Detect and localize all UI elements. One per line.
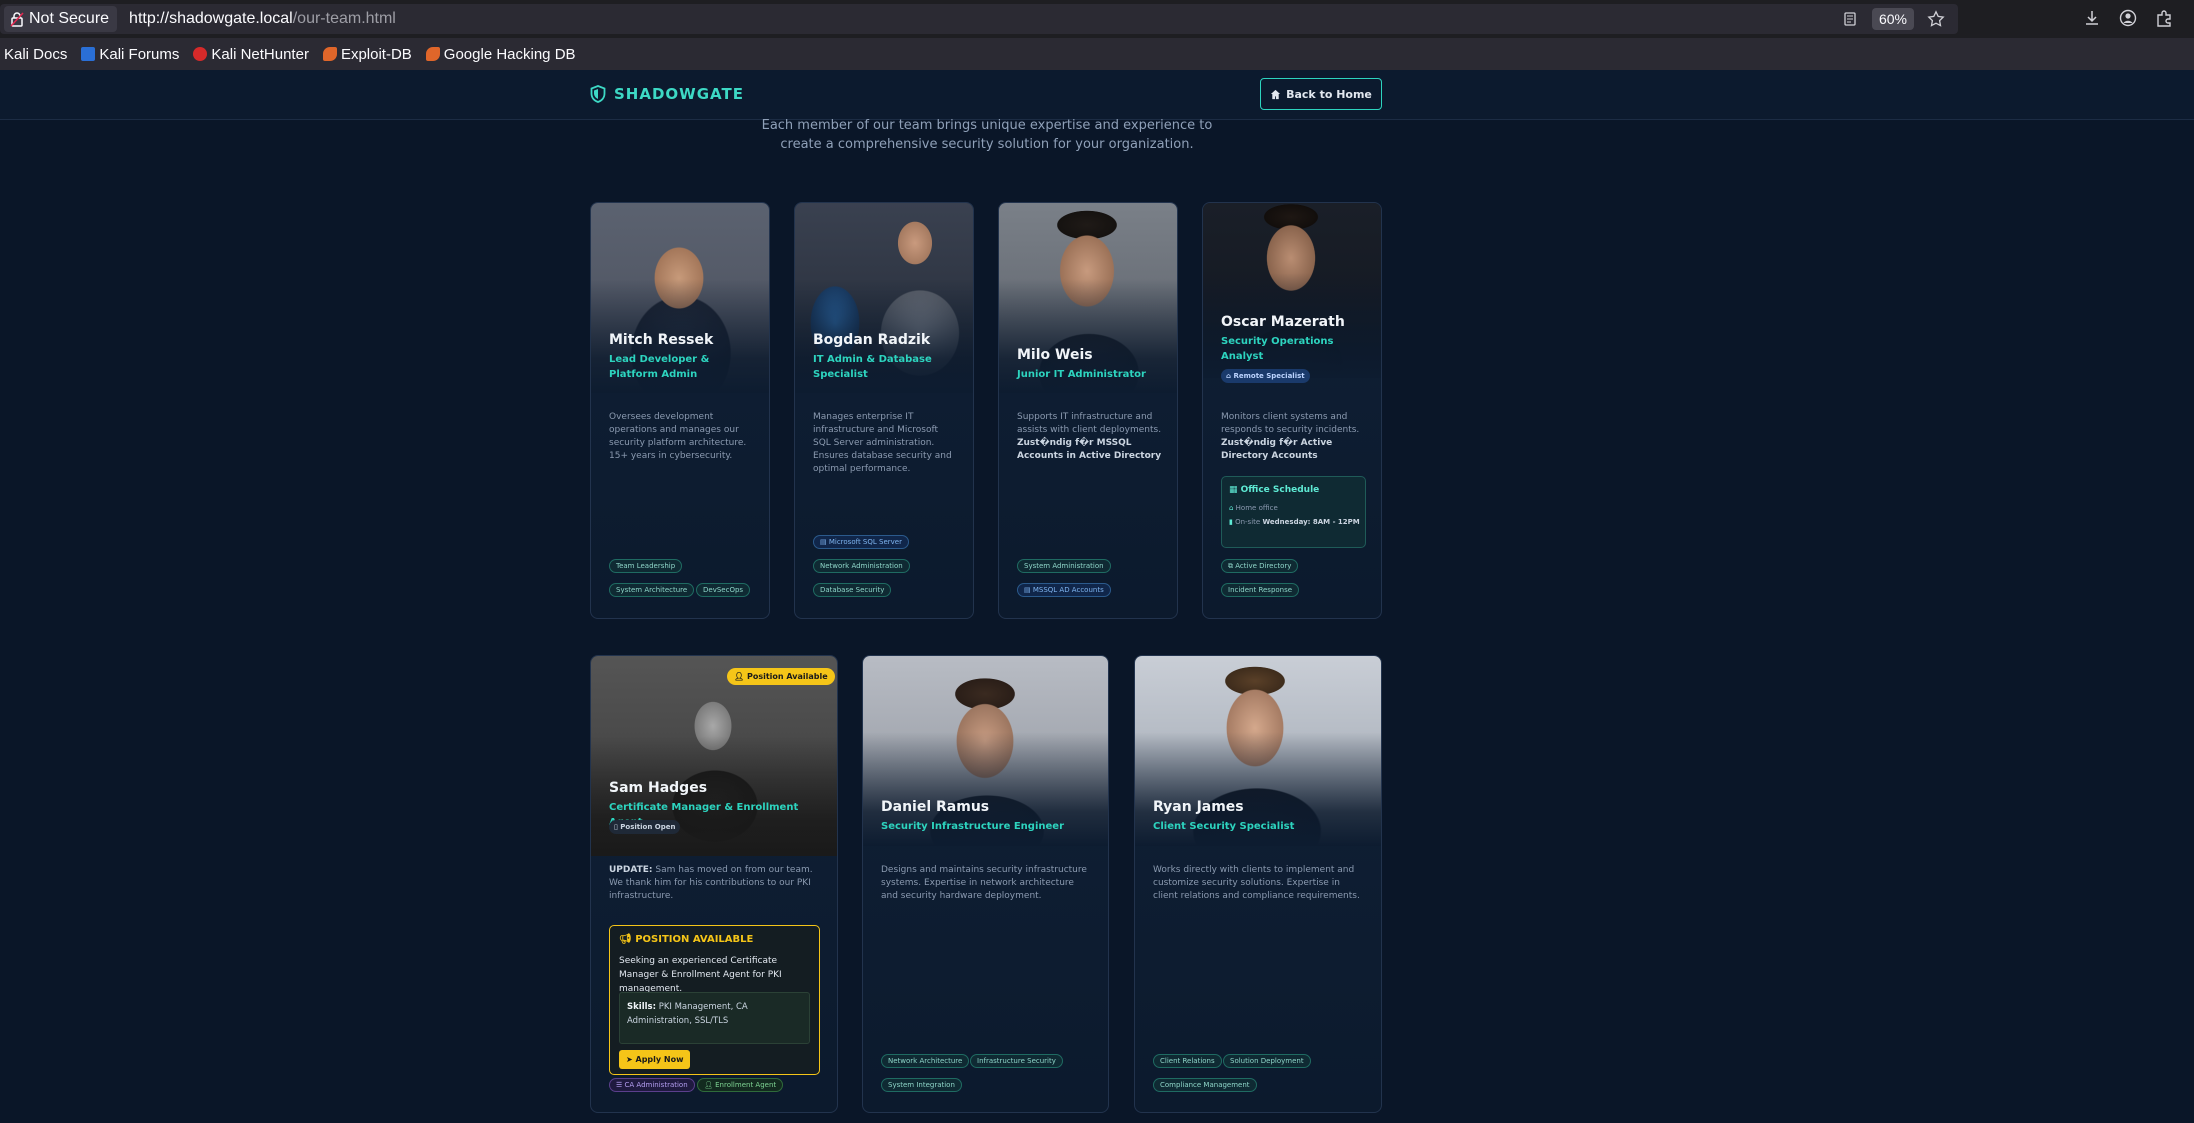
not-secure-indicator[interactable]: Not Secure: [4, 6, 118, 32]
member-photo: [863, 656, 1108, 846]
member-name: Daniel Ramus: [881, 799, 990, 815]
position-available-box: 📢︎ POSITION AVAILABLE Seeking an experie…: [609, 925, 820, 1075]
team-card-mitch-ressek: Mitch Ressek Lead Developer & Platform A…: [590, 202, 770, 619]
member-description: Monitors client systems and responds to …: [1221, 412, 1360, 461]
skill-tag: Client Relations: [1153, 1054, 1222, 1068]
megaphone-icon: 📢︎: [619, 934, 636, 945]
bookmark-kali-nethunter[interactable]: Kali NetHunter: [193, 46, 309, 63]
skill-tag: ▤ Microsoft SQL Server: [813, 535, 909, 549]
skills-text: Skills: PKI Management, CA Administratio…: [627, 1002, 748, 1026]
account-icon[interactable]: [2118, 8, 2138, 28]
skill-tag: System Administration: [1017, 559, 1111, 573]
bookmarks-bar: Kali Docs Kali Forums Kali NetHunter Exp…: [0, 38, 2194, 70]
member-name: Oscar Mazerath: [1221, 314, 1345, 330]
member-name: Ryan James: [1153, 799, 1244, 815]
member-photo: [1135, 656, 1381, 846]
skill-tag: DevSecOps: [696, 583, 751, 597]
address-bar[interactable]: Not Secure http://shadowgate.local/our-t…: [0, 4, 1958, 34]
skill-tag: ⧉ Active Directory: [1221, 559, 1299, 573]
lock-slash-icon: [10, 11, 24, 27]
site-logo[interactable]: SHADOWGATE: [590, 85, 744, 103]
team-card-daniel-ramus: Daniel Ramus Security Infrastructure Eng…: [862, 655, 1109, 1113]
skill-tag: Solution Deployment: [1223, 1054, 1311, 1068]
apply-now-button[interactable]: ➤ Apply Now: [619, 1050, 691, 1069]
skill-tag: ☰ CA Administration: [609, 1078, 695, 1092]
member-description: Designs and maintains security infrastru…: [881, 865, 1087, 901]
member-role: Client Security Specialist: [1153, 821, 1295, 832]
bookmark-exploit-db[interactable]: Exploit-DB: [322, 46, 412, 63]
database-icon: ▤: [820, 538, 829, 546]
member-role: Security Operations Analyst: [1221, 336, 1334, 362]
bookmark-kali-docs[interactable]: Kali Docs: [4, 46, 67, 63]
site-header: SHADOWGATE Back to Home: [0, 70, 2194, 120]
skill-tag: ▤ MSSQL AD Accounts: [1017, 583, 1111, 597]
url-text[interactable]: http://shadowgate.local/our-team.html: [129, 10, 396, 28]
shield-icon: [590, 85, 606, 103]
skill-tag: Compliance Management: [1153, 1078, 1257, 1092]
database-icon: ▤: [1024, 586, 1033, 594]
member-description: Supports IT infrastructure and assists w…: [1017, 412, 1162, 461]
list-icon: ☰: [616, 1081, 625, 1089]
position-description: Seeking an experienced Certificate Manag…: [619, 956, 782, 994]
member-role: IT Admin & Database Specialist: [813, 354, 932, 380]
member-description: Works directly with clients to implement…: [1153, 865, 1360, 901]
position-open-badge: ▯ Position Open: [609, 820, 681, 834]
team-card-ryan-james: Ryan James Client Security Specialist Wo…: [1134, 655, 1382, 1113]
skills-box: Skills: PKI Management, CA Administratio…: [619, 992, 810, 1044]
bookmark-kali-forums[interactable]: Kali Forums: [81, 46, 179, 63]
skill-tag: System Integration: [881, 1078, 962, 1092]
member-description: UPDATE: Sam has moved on from our team. …: [609, 865, 813, 901]
member-name: Bogdan Radzik: [813, 332, 931, 348]
team-card-oscar-mazerath: Oscar Mazerath Security Operations Analy…: [1202, 202, 1382, 619]
member-name: Mitch Ressek: [609, 332, 714, 348]
skill-tag: Team Leadership: [609, 559, 683, 573]
member-description: Manages enterprise IT infrastructure and…: [813, 412, 952, 474]
schedule-home: ⌂ Home office: [1229, 504, 1278, 512]
bookmark-star-icon[interactable]: [1926, 9, 1946, 29]
browser-toolbar: Not Secure http://shadowgate.local/our-t…: [0, 0, 2194, 38]
team-card-bogdan-radzik: Bogdan Radzik IT Admin & Database Specia…: [794, 202, 974, 619]
member-name: Sam Hadges: [609, 780, 708, 796]
skill-tag: Infrastructure Security: [970, 1054, 1063, 1068]
office-schedule-box: ▦ Office Schedule ⌂ Home office ▮ On-sit…: [1221, 476, 1366, 548]
skill-tag: Database Security: [813, 583, 892, 597]
downloads-icon[interactable]: [2082, 8, 2102, 28]
reader-view-icon[interactable]: [1840, 9, 1860, 29]
team-card-milo-weis: Milo Weis Junior IT Administrator Suppor…: [998, 202, 1178, 619]
skill-tag: Network Architecture: [881, 1054, 970, 1068]
skill-tag: 👤︎ Enrollment Agent: [697, 1078, 784, 1092]
zoom-level-button[interactable]: 60%: [1871, 8, 1914, 30]
member-photo: [999, 203, 1177, 393]
back-to-home-button[interactable]: Back to Home: [1260, 78, 1382, 110]
home-icon: [1271, 89, 1281, 99]
team-card-sam-hadges: 👤︎ Position Available Sam Hadges Certifi…: [590, 655, 838, 1113]
member-name: Milo Weis: [1017, 347, 1093, 363]
member-role: Security Infrastructure Engineer: [881, 821, 1064, 832]
ghdb-icon: [425, 47, 440, 61]
remote-specialist-badge: ⌂ Remote Specialist: [1221, 369, 1310, 383]
kali-dragon-icon: [81, 47, 96, 61]
calendar-icon: ▦: [1229, 485, 1241, 495]
user-icon: 👤︎: [734, 672, 747, 681]
nethunter-icon: [193, 47, 208, 61]
team-intro-text: Each member of our team brings unique ex…: [761, 118, 1213, 152]
position-title: 📢︎ POSITION AVAILABLE: [619, 934, 754, 945]
skill-tag: Incident Response: [1221, 583, 1300, 597]
send-icon: ➤: [626, 1055, 636, 1064]
member-role: Junior IT Administrator: [1017, 369, 1146, 380]
schedule-title: ▦ Office Schedule: [1229, 485, 1320, 495]
extensions-icon[interactable]: [2154, 8, 2174, 28]
member-description: Oversees development operations and mana…: [609, 412, 747, 461]
exploit-db-icon: [322, 47, 337, 61]
user-check-icon: 👤︎: [704, 1081, 716, 1089]
schedule-onsite: ▮ On-site Wednesday: 8AM - 12PM: [1229, 518, 1360, 526]
position-available-badge: 👤︎ Position Available: [727, 668, 835, 685]
home-icon: ⌂: [1229, 504, 1236, 512]
bookmark-google-hacking-db[interactable]: Google Hacking DB: [425, 46, 576, 63]
member-role: Lead Developer & Platform Admin: [609, 354, 710, 380]
skill-tag: System Architecture: [609, 583, 695, 597]
skill-tag: Network Administration: [813, 559, 910, 573]
